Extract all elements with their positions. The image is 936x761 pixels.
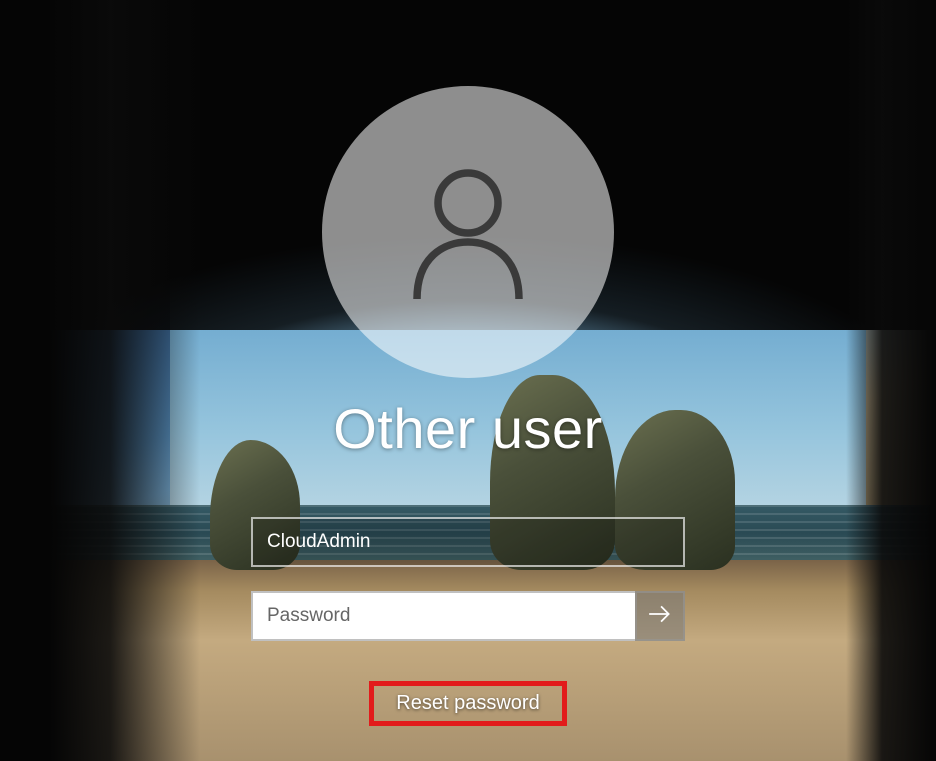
username-input[interactable] [251,517,685,567]
user-avatar [322,86,614,378]
password-input[interactable] [251,591,635,641]
submit-button[interactable] [635,591,685,641]
credential-fields: Reset password [251,517,685,726]
account-title: Other user [333,396,603,461]
person-icon [393,155,543,310]
arrow-right-icon [647,601,673,632]
reset-password-highlight: Reset password [369,681,566,726]
reset-password-link[interactable]: Reset password [396,692,539,714]
login-panel: Other user Reset password [0,0,936,761]
password-row [251,591,685,641]
